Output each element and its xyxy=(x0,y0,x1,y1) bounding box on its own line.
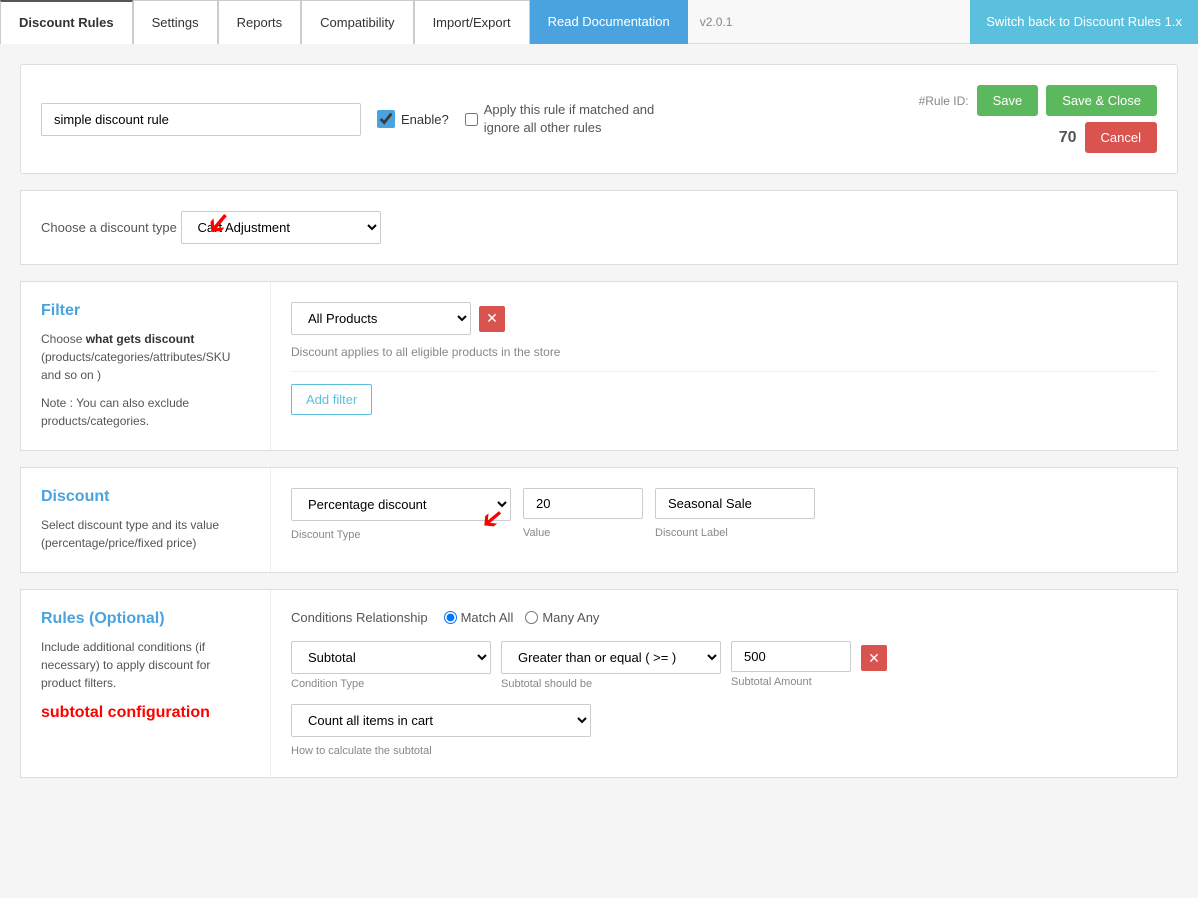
match-all-label: Match All xyxy=(461,610,514,625)
top-button-row: Save Save & Close xyxy=(977,85,1157,116)
filter-right-col: All Products Specific Products Product C… xyxy=(271,282,1177,450)
rules-desc: Include additional conditions (if necess… xyxy=(41,638,250,692)
apply-rule-label: Apply this rule if matched and ignore al… xyxy=(484,101,684,137)
discount-title: Discount xyxy=(41,488,250,506)
discount-left-col: Discount Select discount type and its va… xyxy=(21,468,271,572)
rule-id-label: #Rule ID: xyxy=(919,94,969,108)
filter-row: All Products Specific Products Product C… xyxy=(291,302,1157,335)
enable-label: Enable? xyxy=(401,112,449,127)
apply-rule-group: Apply this rule if matched and ignore al… xyxy=(465,101,684,137)
subtotal-how-group: Count all items in cart Count unique ite… xyxy=(291,704,1157,757)
top-navigation: Discount Rules Settings Reports Compatib… xyxy=(0,0,1198,44)
filter-section: Filter Choose what gets discount (produc… xyxy=(20,281,1178,451)
condition-value-input[interactable] xyxy=(731,641,851,672)
subtotal-config-label: subtotal configuration xyxy=(41,704,250,722)
discount-section: Discount Select discount type and its va… xyxy=(20,467,1178,573)
how-label: How to calculate the subtotal xyxy=(291,745,1157,757)
enable-checkbox[interactable] xyxy=(377,110,395,128)
switch-rules-button[interactable]: Switch back to Discount Rules 1.x xyxy=(970,0,1198,44)
rules-title: Rules (Optional) xyxy=(41,610,250,628)
subtotal-how-select[interactable]: Count all items in cart Count unique ite… xyxy=(291,704,591,737)
remove-filter-button[interactable]: ✕ xyxy=(479,306,505,332)
discount-right-col: ➔ Percentage discount Fixed discount Fix… xyxy=(271,468,1177,572)
tab-reports[interactable]: Reports xyxy=(218,0,302,44)
discount-type-select[interactable]: Cart Adjustment Product Discount Buy X G… xyxy=(181,211,381,244)
filter-title: Filter xyxy=(41,302,250,320)
tab-settings[interactable]: Settings xyxy=(133,0,218,44)
discount-type-field: Percentage discount Fixed discount Fixed… xyxy=(291,488,511,541)
cancel-button[interactable]: Cancel xyxy=(1085,122,1157,153)
discount-row: Percentage discount Fixed discount Fixed… xyxy=(291,488,1157,541)
amount-label: Subtotal Amount xyxy=(731,676,851,688)
subtotal-how-section: Count all items in cart Count unique ite… xyxy=(291,704,1157,757)
discount-label-input[interactable] xyxy=(655,488,815,519)
many-any-option: Many Any xyxy=(525,610,599,625)
rule-name-row: Enable? Apply this rule if matched and i… xyxy=(41,85,1157,153)
remove-condition-button[interactable]: ✕ xyxy=(861,645,887,671)
condition-operator-select[interactable]: Greater than or equal ( >= ) Less than (… xyxy=(501,641,721,674)
many-any-radio[interactable] xyxy=(525,611,538,624)
rules-section: Rules (Optional) Include additional cond… xyxy=(20,589,1178,778)
condition-type-group: Subtotal Cart Item Count Product Quantit… xyxy=(291,641,491,690)
discount-value-field: Value xyxy=(523,488,643,539)
discount-type-section: ➔ Choose a discount type Cart Adjustment… xyxy=(20,190,1178,265)
discount-value-label: Value xyxy=(523,527,643,539)
filter-note: Note : You can also exclude products/cat… xyxy=(41,394,250,430)
filter-description: Discount applies to all eligible product… xyxy=(291,345,1157,359)
apply-rule-checkbox[interactable] xyxy=(465,113,478,126)
condition-value-group: Subtotal Amount xyxy=(731,641,851,688)
rule-id-cancel-row: 70 Cancel xyxy=(1059,122,1157,153)
add-filter-button[interactable]: Add filter xyxy=(291,384,372,415)
rule-id-group: #Rule ID: Save Save & Close 70 Cancel xyxy=(919,85,1157,153)
tab-discount-rules[interactable]: Discount Rules xyxy=(0,0,133,44)
discount-type-field-label: Discount Type xyxy=(291,529,511,541)
rules-left-col: Rules (Optional) Include additional cond… xyxy=(21,590,271,777)
operator-label: Subtotal should be xyxy=(501,678,721,690)
rule-id-row: #Rule ID: Save Save & Close xyxy=(919,85,1157,116)
main-content: Enable? Apply this rule if matched and i… xyxy=(0,44,1198,814)
discount-type-select2[interactable]: Percentage discount Fixed discount Fixed… xyxy=(291,488,511,521)
tab-import-export[interactable]: Import/Export xyxy=(414,0,530,44)
filter-type-select[interactable]: All Products Specific Products Product C… xyxy=(291,302,471,335)
match-all-radio[interactable] xyxy=(444,611,457,624)
version-label: v2.0.1 xyxy=(688,15,745,29)
save-close-button[interactable]: Save & Close xyxy=(1046,85,1157,116)
discount-desc: Select discount type and its value (perc… xyxy=(41,516,250,552)
condition-row: Subtotal Cart Item Count Product Quantit… xyxy=(291,641,1157,690)
radio-group: Match All Many Any xyxy=(444,610,600,625)
filter-left-col: Filter Choose what gets discount (produc… xyxy=(21,282,271,450)
tab-compatibility[interactable]: Compatibility xyxy=(301,0,413,44)
match-all-option: Match All xyxy=(444,610,514,625)
conditions-relationship-label: Conditions Relationship xyxy=(291,610,428,625)
discount-value-input[interactable] xyxy=(523,488,643,519)
condition-type-select[interactable]: Subtotal Cart Item Count Product Quantit… xyxy=(291,641,491,674)
rule-id-value: 70 xyxy=(1059,129,1077,147)
rule-name-card: Enable? Apply this rule if matched and i… xyxy=(20,64,1178,174)
filter-desc: Choose what gets discount (products/cate… xyxy=(41,330,250,384)
save-button[interactable]: Save xyxy=(977,85,1039,116)
discount-label-field: Discount Label xyxy=(655,488,815,539)
rule-name-input[interactable] xyxy=(41,103,361,136)
many-any-label: Many Any xyxy=(542,610,599,625)
discount-label-field-label: Discount Label xyxy=(655,527,815,539)
enable-group: Enable? xyxy=(377,110,449,128)
read-documentation-button[interactable]: Read Documentation xyxy=(530,0,688,44)
condition-operator-group: Greater than or equal ( >= ) Less than (… xyxy=(501,641,721,690)
rules-right-col: Conditions Relationship Match All Many A… xyxy=(271,590,1177,777)
condition-type-label: Condition Type xyxy=(291,678,491,690)
discount-type-label: Choose a discount type xyxy=(41,220,177,235)
conditions-relationship-row: Conditions Relationship Match All Many A… xyxy=(291,610,1157,625)
